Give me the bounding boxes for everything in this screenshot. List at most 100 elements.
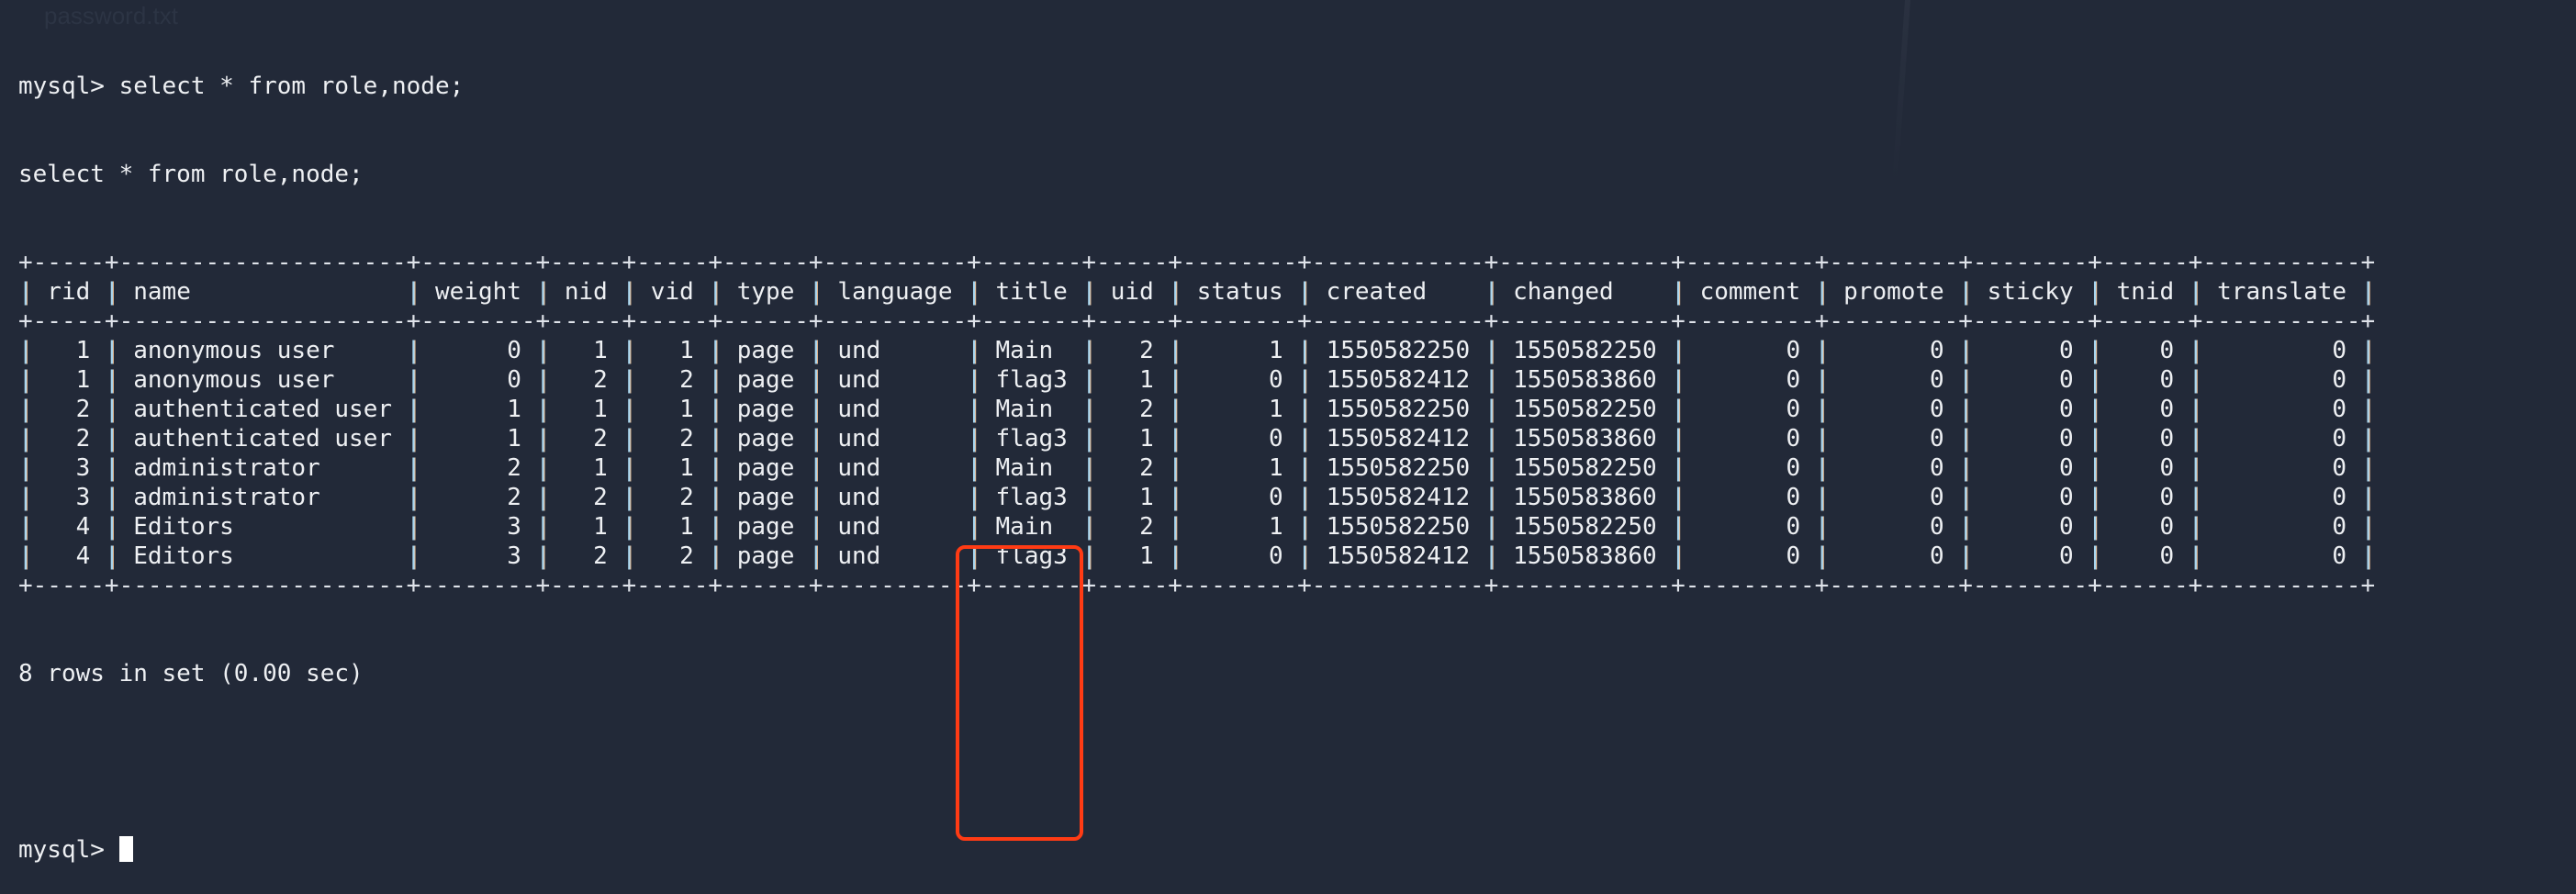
cell-status: 0 — [1182, 425, 1298, 453]
cell-created: 1550582250 — [1311, 454, 1484, 482]
cell-translate: 0 — [2202, 366, 2361, 394]
column-separator: | — [1081, 542, 1097, 570]
cell-changed: 1550583860 — [1498, 425, 1672, 453]
column-separator: | — [809, 366, 823, 394]
table-row: | 1 | anonymous user | 0 | 1 | 1 | page … — [18, 336, 2375, 365]
cell-name: anonymous user — [118, 366, 407, 394]
table-row: | 3 | administrator | 2 | 1 | 1 | page |… — [18, 453, 2375, 483]
cell-rid: 3 — [32, 454, 105, 482]
column-separator: | — [406, 484, 421, 511]
column-separator: | — [406, 337, 421, 364]
cell-promote: 0 — [1829, 396, 1959, 423]
cell-promote: 0 — [1829, 425, 1959, 453]
cell-language: und — [823, 513, 968, 541]
column-separator: | — [967, 425, 981, 453]
column-separator: | — [1168, 396, 1183, 423]
cell-tnid: 0 — [2101, 454, 2189, 482]
cell-created: 1550582412 — [1311, 484, 1484, 511]
cell-comment: 0 — [1685, 396, 1815, 423]
cell-nid: 2 — [550, 542, 622, 570]
column-separator: | — [2188, 484, 2203, 511]
column-separator: | — [2188, 542, 2203, 570]
header-promote: promote — [1829, 278, 1959, 306]
column-separator: | — [1671, 337, 1686, 364]
cell-uid: 2 — [1096, 396, 1169, 423]
cell-created: 1550582412 — [1311, 366, 1484, 394]
header-changed: changed — [1498, 278, 1672, 306]
column-separator: | — [1081, 425, 1097, 453]
column-separator: | — [1297, 278, 1312, 306]
cell-vid: 2 — [636, 542, 709, 570]
terminal-output[interactable]: mysql> select * from role,node; select *… — [18, 13, 2375, 894]
column-separator: | — [104, 542, 119, 570]
column-separator: | — [1671, 542, 1686, 570]
cell-translate: 0 — [2202, 425, 2361, 453]
column-separator: | — [18, 366, 33, 394]
cell-weight: 1 — [420, 396, 536, 423]
column-separator: | — [708, 542, 723, 570]
column-separator: | — [1297, 366, 1312, 394]
cell-sticky: 0 — [1973, 454, 2089, 482]
column-separator: | — [104, 425, 119, 453]
column-separator: | — [2360, 366, 2376, 394]
cell-status: 1 — [1182, 454, 1298, 482]
cell-vid: 1 — [636, 337, 709, 364]
cell-uid: 2 — [1096, 513, 1169, 541]
column-separator: | — [1958, 542, 1974, 570]
cell-status: 1 — [1182, 513, 1298, 541]
table-border: +-----+--------------------+--------+---… — [18, 572, 2376, 599]
column-separator: | — [809, 542, 823, 570]
column-separator: | — [2188, 425, 2203, 453]
column-separator: | — [1168, 425, 1183, 453]
column-separator: | — [1671, 396, 1686, 423]
column-separator: | — [18, 278, 33, 306]
prompt: mysql> — [18, 836, 119, 864]
column-separator: | — [1297, 542, 1312, 570]
column-separator: | — [1484, 278, 1499, 306]
column-separator: | — [809, 337, 823, 364]
column-separator: | — [104, 454, 119, 482]
header-uid: uid — [1096, 278, 1169, 306]
column-separator: | — [2188, 366, 2203, 394]
cell-weight: 2 — [420, 454, 536, 482]
cell-nid: 1 — [550, 513, 622, 541]
result-table: +-----+--------------------+--------+---… — [18, 248, 2375, 600]
column-separator: | — [1297, 396, 1312, 423]
column-separator: | — [1958, 425, 1974, 453]
cell-comment: 0 — [1685, 542, 1815, 570]
cell-nid: 1 — [550, 396, 622, 423]
column-separator: | — [1814, 337, 1830, 364]
cell-changed: 1550583860 — [1498, 484, 1672, 511]
cell-created: 1550582250 — [1311, 396, 1484, 423]
cell-language: und — [823, 337, 968, 364]
column-separator: | — [2088, 454, 2102, 482]
cell-changed: 1550583860 — [1498, 366, 1672, 394]
cell-comment: 0 — [1685, 513, 1815, 541]
cell-tnid: 0 — [2101, 425, 2189, 453]
column-separator: | — [1814, 542, 1830, 570]
column-separator: | — [708, 454, 723, 482]
cell-status: 0 — [1182, 366, 1298, 394]
table-border: +-----+--------------------+--------+---… — [18, 307, 2376, 335]
cell-title: Main — [980, 513, 1082, 541]
cell-uid: 1 — [1096, 484, 1169, 511]
column-separator: | — [535, 396, 551, 423]
result-summary: 8 rows in set (0.00 sec) — [18, 660, 364, 687]
cell-language: und — [823, 366, 968, 394]
column-separator: | — [1081, 513, 1097, 541]
cell-title: flag3 — [980, 484, 1082, 511]
cell-status: 0 — [1182, 484, 1298, 511]
cell-uid: 2 — [1096, 454, 1169, 482]
column-separator: | — [1484, 337, 1499, 364]
column-separator: | — [1671, 278, 1686, 306]
cell-sticky: 0 — [1973, 513, 2089, 541]
column-separator: | — [809, 278, 823, 306]
column-separator: | — [2188, 513, 2203, 541]
cell-language: und — [823, 484, 968, 511]
header-sticky: sticky — [1973, 278, 2089, 306]
prompt-line[interactable]: mysql> — [18, 835, 2375, 865]
cell-promote: 0 — [1829, 454, 1959, 482]
cell-sticky: 0 — [1973, 542, 2089, 570]
cell-nid: 2 — [550, 366, 622, 394]
header-name: name — [118, 278, 407, 306]
